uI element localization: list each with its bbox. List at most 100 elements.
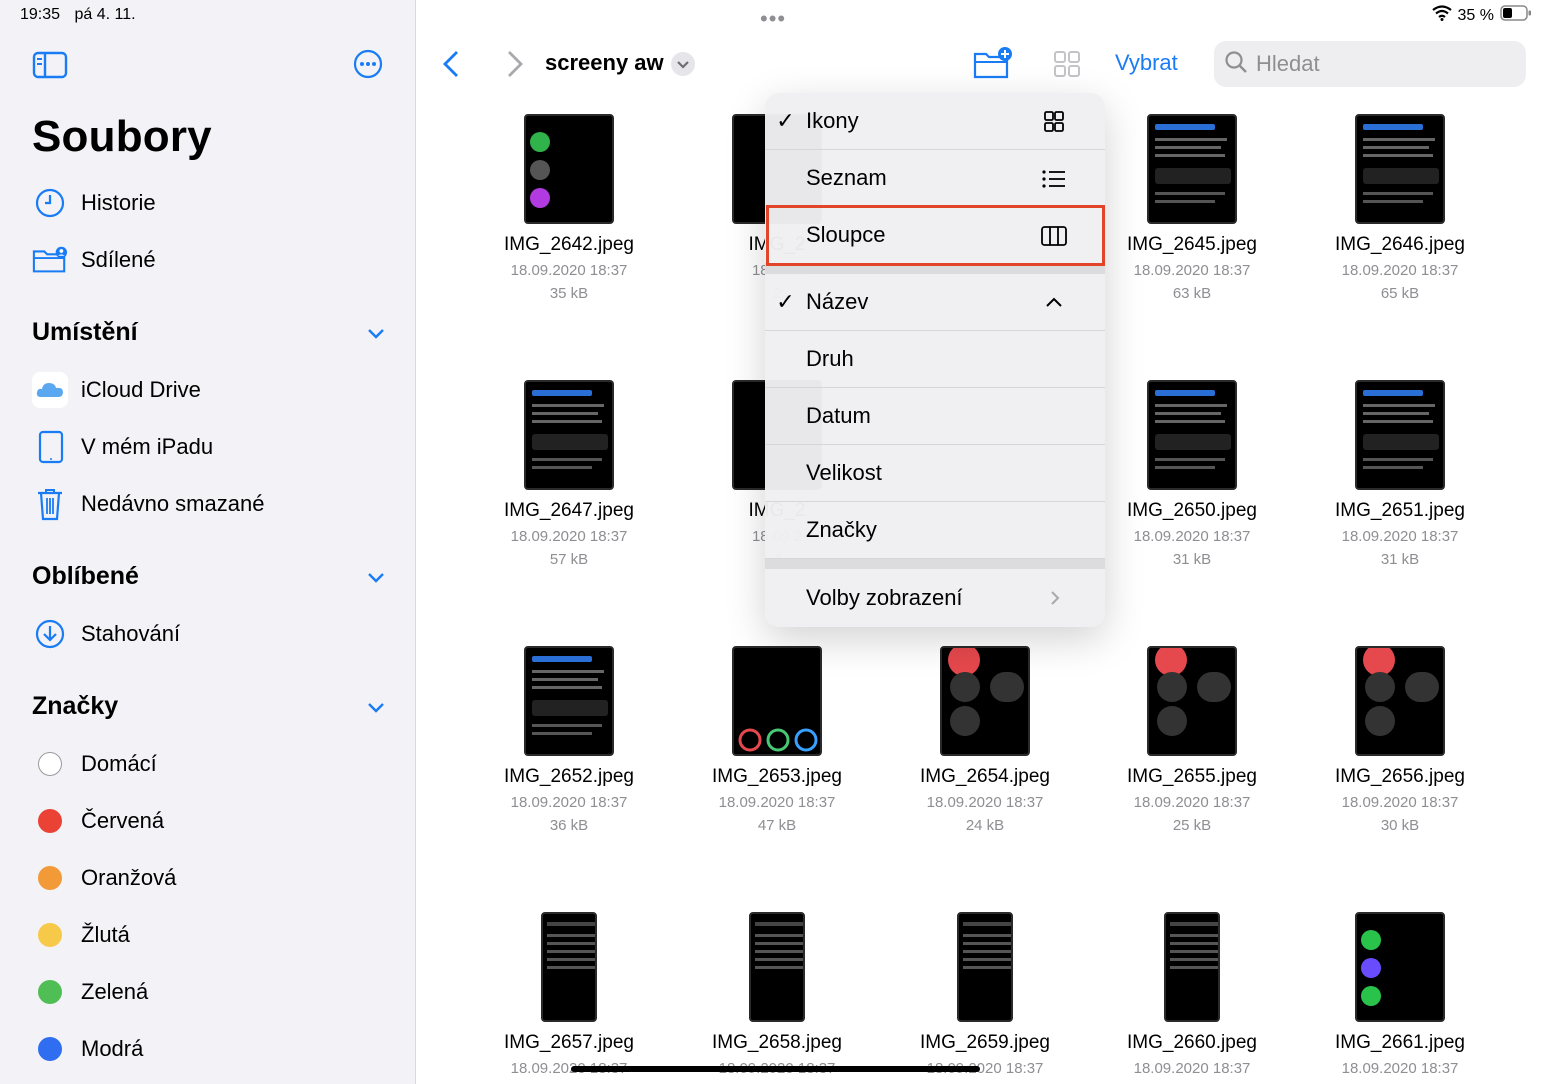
search-field[interactable]: Hledat: [1214, 41, 1526, 87]
tag-item-zelena[interactable]: Zelená: [32, 972, 148, 1012]
sidebar-title: Soubory: [32, 112, 212, 161]
tag-color-zelena: [38, 980, 62, 1004]
folder-title[interactable]: screeny aw: [545, 50, 664, 76]
icloud-icon: [32, 372, 68, 408]
file-size: 35 kB: [549, 285, 589, 302]
file-date: 18.09.2020 18:37: [1133, 528, 1251, 545]
new-folder-icon[interactable]: [973, 46, 1013, 80]
tag-color-oranzova: [38, 866, 62, 890]
file-thumbnail: [1147, 646, 1237, 756]
menu-item-label: Druh: [806, 346, 854, 371]
clock: 19:35: [20, 6, 61, 23]
file-date: 18.09.2020 18:37: [1133, 262, 1251, 279]
sidebar-item-trash[interactable]: Nedávno smazané: [32, 484, 264, 524]
sidebar-item-ipad[interactable]: V mém iPadu: [32, 427, 213, 467]
menu-item-druh[interactable]: Druh: [765, 331, 1105, 388]
file-date: 18.09.2020 18:37: [1341, 1060, 1459, 1077]
file-name: IMG_2653.jpeg: [712, 766, 842, 787]
date: pá 4. 11.: [74, 6, 136, 23]
file-name: IMG_2657.jpeg: [504, 1032, 634, 1053]
battery-percent: 35 %: [1457, 6, 1494, 24]
sidebar-item-icloud[interactable]: iCloud Drive: [32, 370, 201, 410]
file-item[interactable]: IMG_2658.jpeg18.09.2020 18:37: [677, 912, 877, 1083]
menu-item-nazev[interactable]: ✓ Název: [765, 274, 1105, 331]
file-thumbnail: [1355, 646, 1445, 756]
download-icon: [32, 616, 68, 652]
select-button[interactable]: Vybrat: [1115, 50, 1178, 76]
tag-item-domaci[interactable]: Domácí: [32, 744, 157, 784]
shared-folder-icon: [32, 242, 68, 278]
file-date: 18.09.2020 18:37: [1133, 794, 1251, 811]
chevron-down-icon[interactable]: [364, 321, 388, 345]
file-item[interactable]: IMG_2656.jpeg 18.09.2020 18:37 30 kB: [1300, 646, 1500, 834]
file-name: IMG_2654.jpeg: [920, 766, 1050, 787]
file-item[interactable]: IMG_2645.jpeg 18.09.2020 18:37 63 kB: [1092, 114, 1292, 302]
file-name: IMG_2652.jpeg: [504, 766, 634, 787]
more-icon[interactable]: [352, 48, 384, 80]
file-size: 31 kB: [1172, 551, 1212, 568]
file-name: IMG_2661.jpeg: [1335, 1032, 1465, 1053]
file-item[interactable]: IMG_2646.jpeg 18.09.2020 18:37 65 kB: [1300, 114, 1500, 302]
chevron-down-icon[interactable]: [364, 695, 388, 719]
menu-item-view-options[interactable]: Volby zobrazení: [765, 569, 1105, 626]
tag-label: Červená: [81, 808, 165, 833]
forward-icon[interactable]: [499, 48, 529, 80]
file-thumbnail: [524, 646, 614, 756]
file-size: 25 kB: [1172, 817, 1212, 834]
menu-item-seznam[interactable]: Seznam: [765, 150, 1105, 207]
file-item[interactable]: IMG_2655.jpeg 18.09.2020 18:37 25 kB: [1092, 646, 1292, 834]
tag-item-modra[interactable]: Modrá: [32, 1029, 143, 1069]
file-item[interactable]: IMG_2652.jpeg 18.09.2020 18:37 36 kB: [469, 646, 669, 834]
tag-dot: [32, 917, 68, 953]
checkmark-icon: ✓: [776, 108, 795, 133]
menu-item-ikony[interactable]: ✓ Ikony: [765, 93, 1105, 150]
file-item[interactable]: IMG_2642.jpeg 18.09.2020 18:37 35 kB: [469, 114, 669, 302]
file-date: 18.09.2020 18:37: [510, 262, 628, 279]
ipad-icon: [32, 429, 68, 465]
file-date: 18.09.2020 18:37: [510, 794, 628, 811]
file-date: 18.09.2020 18:37: [926, 794, 1044, 811]
menu-item-velikost[interactable]: Velikost: [765, 445, 1105, 502]
menu-item-sloupce[interactable]: Sloupce: [765, 207, 1105, 264]
menu-item-datum[interactable]: Datum: [765, 388, 1105, 445]
list-icon: [1041, 167, 1067, 191]
sidebar-item-downloads[interactable]: Stahování: [32, 614, 180, 654]
multitasking-dots-icon[interactable]: •••: [760, 6, 786, 32]
tag-label: Oranžová: [81, 865, 177, 890]
file-item[interactable]: IMG_2660.jpeg 18.09.2020 18:37: [1092, 912, 1292, 1083]
chevron-down-icon[interactable]: [364, 565, 388, 589]
view-grid-icon[interactable]: [1053, 50, 1081, 78]
file-item[interactable]: IMG_2650.jpeg 18.09.2020 18:37 31 kB: [1092, 380, 1292, 568]
tag-dot: [32, 974, 68, 1010]
back-icon[interactable]: [437, 48, 467, 80]
tag-dot: [32, 803, 68, 839]
menu-item-znacky[interactable]: Značky: [765, 502, 1105, 559]
file-item[interactable]: IMG_2661.jpeg 18.09.2020 18:37: [1300, 912, 1500, 1083]
menu-separator: [765, 264, 1105, 274]
tag-item-oranzova[interactable]: Oranžová: [32, 858, 176, 898]
file-item[interactable]: IMG_2654.jpeg 18.09.2020 18:37 24 kB: [885, 646, 1085, 834]
menu-item-label: Seznam: [806, 165, 887, 190]
chevron-down-icon[interactable]: [671, 52, 695, 76]
sidebar: 19:35 pá 4. 11. Soubory Historie Sdílené…: [0, 0, 416, 1084]
sidebar-toggle-icon[interactable]: [32, 50, 68, 80]
file-name: IMG_2646.jpeg: [1335, 234, 1465, 255]
file-item[interactable]: IMG_2651.jpeg 18.09.2020 18:37 31 kB: [1300, 380, 1500, 568]
menu-item-label: Sloupce: [806, 222, 886, 247]
file-item[interactable]: IMG_2657.jpeg 18.09.2020 18:37: [469, 912, 669, 1083]
section-title-tags: Značky: [32, 692, 119, 720]
search-placeholder: Hledat: [1256, 51, 1320, 76]
sidebar-item-historie[interactable]: Historie: [32, 183, 156, 223]
tag-item-zluta[interactable]: Žlutá: [32, 915, 130, 955]
file-name: IMG_2660.jpeg: [1127, 1032, 1257, 1053]
file-item[interactable]: IMG_2659.jpeg 18.09.2020 18:37: [885, 912, 1085, 1083]
section-title-locations: Umístění: [32, 318, 138, 346]
sidebar-item-sdilene[interactable]: Sdílené: [32, 240, 156, 280]
tag-item-cervena[interactable]: Červená: [32, 801, 164, 841]
menu-separator: [765, 559, 1105, 569]
tag-label: Zelená: [81, 979, 149, 1004]
file-item[interactable]: IMG_2653.jpeg 18.09.2020 18:37 47 kB: [677, 646, 877, 834]
chevron-right-icon: [1041, 586, 1067, 610]
file-item[interactable]: IMG_2647.jpeg 18.09.2020 18:37 57 kB: [469, 380, 669, 568]
home-indicator: [571, 1066, 980, 1072]
